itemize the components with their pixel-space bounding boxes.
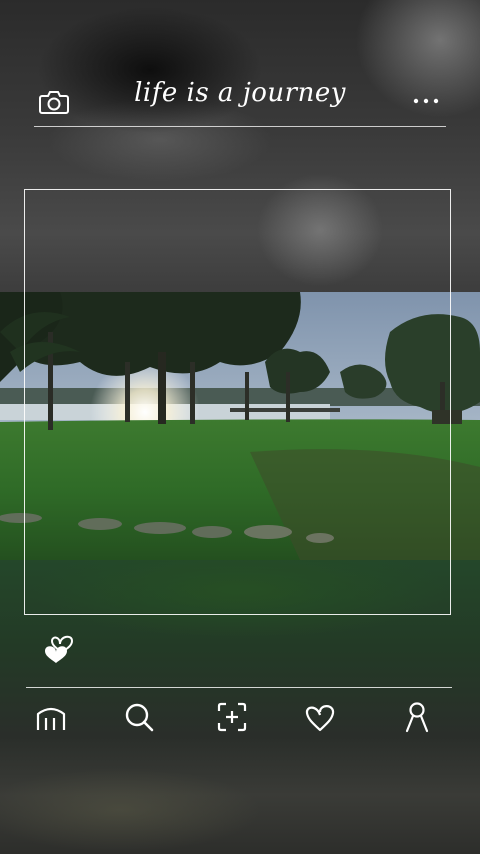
nav-add[interactable] — [215, 700, 249, 734]
nav-search[interactable] — [122, 700, 156, 734]
add-frame-icon — [217, 702, 247, 732]
heart-icon — [305, 705, 335, 732]
camera-icon — [39, 91, 69, 114]
hearts-icon — [45, 635, 74, 663]
more-options-button[interactable] — [410, 88, 442, 114]
like-button[interactable] — [40, 626, 78, 666]
bottom-nav — [26, 687, 452, 738]
home-icon — [36, 707, 66, 730]
profile-icon — [405, 702, 429, 733]
camera-button[interactable] — [38, 88, 70, 116]
more-dots-icon — [413, 98, 439, 104]
app-screen: life is a journey — [0, 0, 480, 854]
photo-frame — [24, 189, 451, 615]
header: life is a journey — [34, 70, 446, 127]
page-title: life is a journey — [134, 78, 346, 108]
nav-home[interactable] — [34, 700, 68, 734]
nav-favorites[interactable] — [303, 700, 337, 734]
search-icon — [125, 703, 154, 732]
nav-profile[interactable] — [400, 700, 434, 734]
